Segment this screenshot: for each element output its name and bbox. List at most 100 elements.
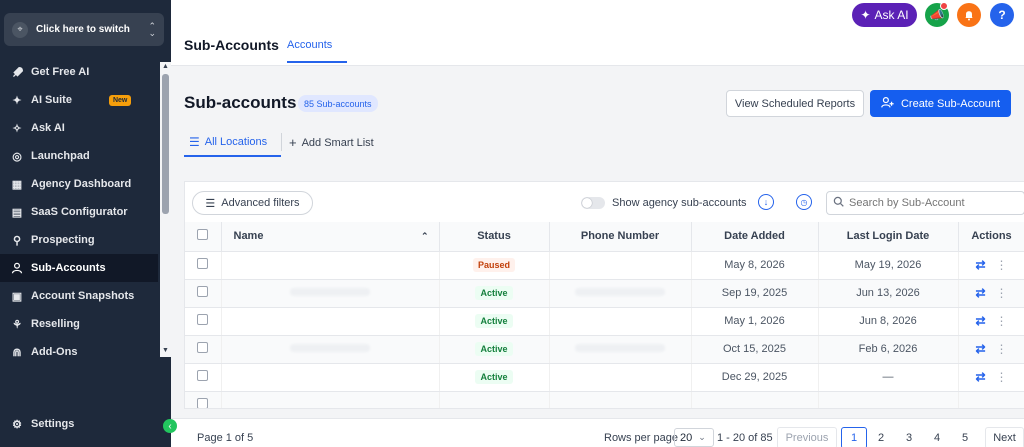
create-sub-account-button[interactable]: Create Sub-Account bbox=[870, 90, 1011, 117]
scroll-down-icon[interactable]: ▼ bbox=[162, 347, 169, 354]
sidebar-item-prospecting[interactable]: ⚲ Prospecting bbox=[0, 226, 158, 254]
row-checkbox-cell bbox=[185, 391, 222, 408]
sidebar-item-launchpad[interactable]: ◎ Launchpad bbox=[0, 142, 158, 170]
page-3-button[interactable]: 3 bbox=[906, 432, 912, 444]
sidebar: ⌖ Click here to switch ⌃ ⌄ Get Free AI ✦ … bbox=[0, 0, 171, 447]
status-cell: Paused bbox=[439, 251, 550, 280]
status-cell: Active bbox=[439, 363, 550, 392]
sidebar-item-account-snapshots[interactable]: ▣ Account Snapshots bbox=[0, 282, 158, 310]
show-agency-label: Show agency sub-accounts bbox=[612, 197, 747, 209]
row-checkbox[interactable] bbox=[197, 258, 209, 269]
date-added-cell bbox=[691, 391, 819, 408]
create-label: Create Sub-Account bbox=[900, 97, 1001, 110]
name-cell[interactable] bbox=[221, 279, 440, 308]
last-login-cell: Jun 8, 2026 bbox=[818, 307, 959, 336]
last-login-cell: Jun 13, 2026 bbox=[818, 279, 959, 308]
tab-accounts[interactable]: Accounts bbox=[287, 39, 332, 51]
more-icon[interactable]: ⋮ bbox=[996, 314, 1008, 328]
name-cell[interactable] bbox=[221, 363, 440, 392]
chart-icon: ▤ bbox=[11, 206, 23, 219]
sidebar-item-add-ons[interactable]: ⋒ Add-Ons bbox=[0, 338, 158, 366]
name-cell[interactable] bbox=[221, 335, 440, 364]
advanced-filters-button[interactable]: ☰ Advanced filters bbox=[192, 191, 313, 215]
row-checkbox[interactable] bbox=[197, 342, 209, 353]
download-icon[interactable]: ↓ bbox=[758, 194, 774, 210]
page-1-button[interactable]: 1 bbox=[841, 427, 867, 447]
name-cell[interactable] bbox=[221, 391, 440, 408]
scroll-up-icon[interactable]: ▲ bbox=[162, 63, 169, 70]
switch-icon[interactable]: ⇄ bbox=[975, 370, 985, 384]
more-icon[interactable]: ⋮ bbox=[996, 342, 1008, 356]
tab-all-locations[interactable]: ☰ All Locations bbox=[189, 135, 267, 149]
previous-button[interactable]: Previous bbox=[777, 427, 837, 447]
more-icon[interactable]: ⋮ bbox=[996, 286, 1008, 300]
row-checkbox[interactable] bbox=[197, 286, 209, 297]
switch-icon[interactable]: ⇄ bbox=[975, 342, 985, 356]
sidebar-item-sub-accounts[interactable]: Sub-Accounts bbox=[0, 254, 158, 282]
bell-icon[interactable] bbox=[957, 3, 981, 27]
page-5-button[interactable]: 5 bbox=[962, 432, 968, 444]
tab-underline bbox=[184, 155, 281, 157]
date-added-cell: May 1, 2026 bbox=[691, 307, 819, 336]
tab-divider bbox=[281, 133, 282, 151]
sidebar-item-label: Prospecting bbox=[31, 234, 95, 246]
phone-cell bbox=[549, 279, 692, 308]
table-row-partial bbox=[185, 391, 1024, 408]
more-icon[interactable]: ⋮ bbox=[996, 370, 1008, 384]
sidebar-item-reselling[interactable]: ⚘ Reselling bbox=[0, 310, 158, 338]
section-title: Sub-accounts bbox=[184, 93, 297, 112]
switch-icon[interactable]: ⇄ bbox=[975, 314, 985, 328]
status-badge: Active bbox=[475, 286, 513, 300]
sidebar-item-get-free-ai[interactable]: Get Free AI bbox=[0, 58, 158, 86]
page-2-button[interactable]: 2 bbox=[878, 432, 884, 444]
search-box[interactable] bbox=[826, 191, 1024, 215]
page-4-button[interactable]: 4 bbox=[934, 432, 940, 444]
status-badge: Active bbox=[475, 342, 513, 356]
sidebar-item-saas-configurator[interactable]: ▤ SaaS Configurator bbox=[0, 198, 158, 226]
sidebar-item-agency-dashboard[interactable]: ▦ Agency Dashboard bbox=[0, 170, 158, 198]
sidebar-item-ask-ai[interactable]: ✧ Ask AI bbox=[0, 114, 158, 142]
table-header-row: Name ⌃ Status Phone Number Date Added Las… bbox=[185, 222, 1024, 252]
more-icon[interactable]: ⋮ bbox=[996, 258, 1008, 272]
row-checkbox[interactable] bbox=[197, 398, 209, 408]
search-input[interactable] bbox=[849, 197, 1019, 209]
last-login-cell: May 19, 2026 bbox=[818, 251, 959, 280]
chevron-updown-icon: ⌃ ⌄ bbox=[148, 20, 156, 38]
next-button[interactable]: Next bbox=[985, 427, 1024, 447]
sort-up-icon[interactable]: ⌃ bbox=[421, 231, 429, 242]
show-agency-toggle[interactable] bbox=[581, 197, 605, 209]
dashboard-icon: ▦ bbox=[11, 178, 23, 191]
history-icon[interactable]: ◷ bbox=[796, 194, 812, 210]
select-all-checkbox[interactable] bbox=[197, 229, 209, 241]
column-header-name[interactable]: Name ⌃ bbox=[221, 222, 440, 252]
scrollbar-thumb[interactable] bbox=[162, 74, 169, 214]
add-smart-list-button[interactable]: + Add Smart List bbox=[289, 135, 374, 150]
page-info: Page 1 of 5 bbox=[197, 432, 254, 444]
ask-ai-button[interactable]: ✦ Ask AI bbox=[852, 3, 917, 27]
switch-icon[interactable]: ⇄ bbox=[975, 258, 985, 272]
column-header-status: Status bbox=[439, 222, 550, 252]
snapshot-icon: ▣ bbox=[11, 290, 23, 303]
sidebar-scrollbar[interactable]: ▲ ▼ bbox=[160, 62, 171, 357]
row-checkbox[interactable] bbox=[197, 314, 209, 325]
table-row: Active May 1, 2026 Jun 8, 2026 ⇄ ⋮ bbox=[185, 307, 1024, 336]
actions-cell: ⇄ ⋮ bbox=[958, 307, 1024, 336]
sparkle-icon: ✦ bbox=[860, 8, 871, 22]
date-added-cell: Sep 19, 2025 bbox=[691, 279, 819, 308]
switch-icon[interactable]: ⇄ bbox=[975, 286, 985, 300]
redacted-name bbox=[290, 288, 370, 296]
view-scheduled-reports-button[interactable]: View Scheduled Reports bbox=[726, 90, 864, 117]
date-added-cell: Oct 15, 2025 bbox=[691, 335, 819, 364]
name-cell[interactable] bbox=[221, 307, 440, 336]
help-icon[interactable]: ? bbox=[990, 3, 1014, 27]
row-checkbox[interactable] bbox=[197, 370, 209, 381]
account-switcher[interactable]: ⌖ Click here to switch ⌃ ⌄ bbox=[4, 13, 164, 46]
rows-per-page-select[interactable]: 20 ⌄ bbox=[674, 428, 714, 447]
status-badge: Active bbox=[475, 370, 513, 384]
status-cell: Active bbox=[439, 335, 550, 364]
sidebar-item-settings[interactable]: ⚙ Settings bbox=[0, 410, 158, 438]
name-cell[interactable] bbox=[221, 251, 440, 280]
sparkle-icon: ✦ bbox=[12, 94, 22, 107]
collapse-sidebar-button[interactable]: ‹ bbox=[163, 419, 177, 433]
sidebar-item-ai-suite[interactable]: ✦ AI Suite New bbox=[0, 86, 158, 114]
